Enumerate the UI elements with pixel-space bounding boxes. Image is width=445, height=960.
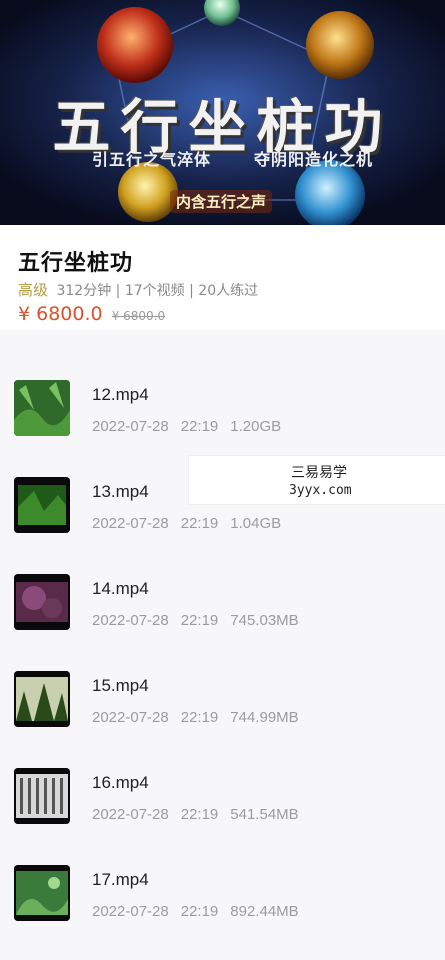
file-date: 2022-07-28 (92, 903, 169, 920)
list-item[interactable]: 17.mp4 2022-07-28 22:19 892.44MB (0, 815, 445, 921)
course-videos: 17个视频 (124, 283, 185, 299)
file-name: 17.mp4 (92, 870, 149, 889)
course-info: 五行坐桩功 高级 312分钟 | 17个视频 | 20人练过 ¥ 6800.0 … (0, 225, 445, 330)
original-price: ¥ 6800.0 (111, 309, 166, 323)
file-name: 12.mp4 (92, 385, 149, 404)
banner-badge: 内含五行之声 (170, 190, 273, 213)
list-item[interactable]: 12.mp4 2022-07-28 22:19 1.20GB (0, 330, 445, 436)
file-name: 14.mp4 (92, 579, 149, 598)
list-item[interactable]: 16.mp4 2022-07-28 22:19 541.54MB (0, 718, 445, 824)
file-name: 13.mp4 (92, 482, 149, 501)
current-price: ¥ 6800.0 (18, 303, 103, 325)
course-learners: 20人练过 (198, 283, 259, 299)
banner-subtitle-right: 夺阴阳造化之机 (254, 150, 374, 169)
meta-separator: | (189, 283, 194, 299)
course-price: ¥ 6800.0 ¥ 6800.0 (18, 303, 165, 325)
banner-subtitle-left: 引五行之气淬体 (92, 150, 212, 169)
course-meta: 高级 312分钟 | 17个视频 | 20人练过 (18, 279, 258, 300)
course-banner: 五行坐桩功 引五行之气淬体 夺阴阳造化之机 内含五行之声 (0, 0, 445, 225)
file-name: 16.mp4 (92, 773, 149, 792)
meta-separator: | (115, 283, 121, 299)
watermark-name: 三易易学 (291, 465, 347, 481)
course-title: 五行坐桩功 (18, 251, 134, 276)
file-size: 892.44MB (230, 903, 299, 920)
file-time: 22:19 (180, 903, 219, 920)
file-meta: 2022-07-28 22:19 892.44MB (92, 903, 311, 920)
watermark-url: 3yyx.com (289, 483, 352, 498)
banner-title: 五行坐桩功 (52, 93, 393, 161)
course-minutes: 312分钟 (56, 283, 112, 299)
file-name: 15.mp4 (92, 676, 149, 695)
watermark: 三易易学 3yyx.com (188, 455, 445, 505)
video-thumbnail (14, 865, 70, 921)
list-item[interactable]: 15.mp4 2022-07-28 22:19 744.99MB (0, 621, 445, 727)
course-level: 高级 (18, 281, 49, 299)
list-item[interactable]: 14.mp4 2022-07-28 22:19 745.03MB (0, 524, 445, 630)
